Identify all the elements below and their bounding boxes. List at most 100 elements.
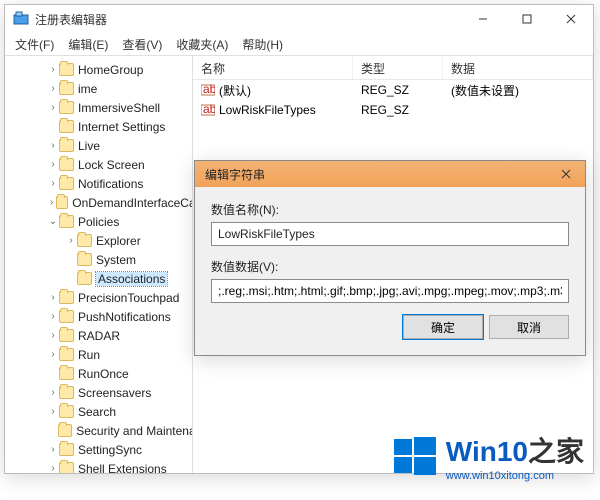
col-type[interactable]: 类型 bbox=[353, 56, 443, 79]
window-title: 注册表编辑器 bbox=[35, 11, 461, 28]
close-button[interactable] bbox=[549, 5, 593, 33]
tree-node-label: Security and Maintenance bbox=[76, 424, 193, 438]
tree-node-label: Associations bbox=[96, 272, 167, 286]
twisty-icon[interactable]: › bbox=[47, 64, 59, 75]
value-row[interactable]: ab(默认)REG_SZ(数值未设置) bbox=[193, 80, 593, 100]
folder-icon bbox=[77, 272, 92, 285]
twisty-icon[interactable]: › bbox=[47, 387, 59, 398]
tree-node[interactable]: ›Notifications bbox=[11, 174, 193, 193]
maximize-button[interactable] bbox=[505, 5, 549, 33]
twisty-icon[interactable]: › bbox=[47, 349, 59, 360]
folder-icon bbox=[59, 215, 74, 228]
tree-node[interactable]: ›ime bbox=[11, 79, 193, 98]
tree-node-label: RADAR bbox=[78, 329, 120, 343]
twisty-icon[interactable]: › bbox=[47, 140, 59, 151]
watermark: Win10之家 www.win10xitong.com bbox=[390, 430, 584, 482]
twisty-icon[interactable]: › bbox=[47, 292, 59, 303]
folder-icon bbox=[59, 158, 74, 171]
folder-icon bbox=[59, 120, 74, 133]
folder-icon bbox=[59, 348, 74, 361]
tree-node-label: Lock Screen bbox=[78, 158, 145, 172]
menu-favorites[interactable]: 收藏夹(A) bbox=[176, 36, 228, 53]
tree-node[interactable]: Associations bbox=[11, 269, 193, 288]
tree-node[interactable]: › PrecisionTouchpad bbox=[11, 288, 193, 307]
menu-edit[interactable]: 编辑(E) bbox=[68, 36, 108, 53]
titlebar[interactable]: 注册表编辑器 bbox=[5, 5, 593, 33]
tree-node[interactable]: Security and Maintenance bbox=[11, 421, 193, 440]
tree-node[interactable]: › Lock Screen bbox=[11, 155, 193, 174]
tree-node[interactable]: ›Explorer bbox=[11, 231, 193, 250]
tree-node[interactable]: System bbox=[11, 250, 193, 269]
twisty-icon[interactable]: › bbox=[47, 159, 59, 170]
tree-node[interactable]: ›OnDemandInterfaceCache bbox=[11, 193, 193, 212]
folder-icon bbox=[77, 234, 92, 247]
tree-node[interactable]: › RADAR bbox=[11, 326, 193, 345]
tree-node[interactable]: › Shell Extensions bbox=[11, 459, 193, 473]
value-data-label: 数值数据(V): bbox=[211, 258, 569, 275]
string-value-icon: ab bbox=[201, 83, 215, 97]
svg-text:ab: ab bbox=[203, 103, 215, 116]
watermark-brand: Win10 bbox=[446, 436, 528, 467]
twisty-icon[interactable]: › bbox=[47, 197, 56, 208]
col-name[interactable]: 名称 bbox=[193, 56, 353, 79]
twisty-icon[interactable]: › bbox=[47, 311, 59, 322]
twisty-icon[interactable]: › bbox=[47, 444, 59, 455]
twisty-icon[interactable]: › bbox=[47, 102, 59, 113]
twisty-icon[interactable]: ⌄ bbox=[47, 216, 59, 227]
tree-node[interactable]: › SettingSync bbox=[11, 440, 193, 459]
tree-pane[interactable]: ›HomeGroup›ime›ImmersiveShellInternet Se… bbox=[5, 56, 193, 473]
twisty-icon[interactable]: › bbox=[47, 83, 59, 94]
tree-node[interactable]: ›Live bbox=[11, 136, 193, 155]
value-name-label: 数值名称(N): bbox=[211, 201, 569, 218]
windows-logo-icon bbox=[390, 431, 440, 481]
app-icon bbox=[13, 11, 29, 27]
tree-node[interactable]: ›Run bbox=[11, 345, 193, 364]
tree-node[interactable]: ›HomeGroup bbox=[11, 60, 193, 79]
folder-icon bbox=[59, 405, 74, 418]
value-type: REG_SZ bbox=[353, 103, 443, 117]
ok-button[interactable]: 确定 bbox=[403, 315, 483, 339]
tree-node[interactable]: ›PushNotifications bbox=[11, 307, 193, 326]
value-row[interactable]: ab LowRiskFileTypes REG_SZ bbox=[193, 100, 593, 120]
folder-icon bbox=[59, 177, 74, 190]
dialog-close-button[interactable] bbox=[547, 161, 585, 187]
folder-icon bbox=[59, 310, 74, 323]
value-name: (默认) bbox=[219, 82, 251, 99]
folder-icon bbox=[59, 63, 74, 76]
tree-node[interactable]: ›Screensavers bbox=[11, 383, 193, 402]
string-value-icon: ab bbox=[201, 103, 215, 117]
tree-node[interactable]: Internet Settings bbox=[11, 117, 193, 136]
tree-node-label: PrecisionTouchpad bbox=[78, 291, 179, 305]
value-data: (数值未设置) bbox=[443, 82, 593, 99]
twisty-icon[interactable]: › bbox=[47, 463, 59, 473]
tree-node[interactable]: RunOnce bbox=[11, 364, 193, 383]
tree-node-label: Policies bbox=[78, 215, 119, 229]
twisty-icon[interactable]: › bbox=[65, 235, 77, 246]
menu-view[interactable]: 查看(V) bbox=[122, 36, 162, 53]
tree-node-label: Shell Extensions bbox=[78, 462, 167, 474]
tree-node[interactable]: ›Search bbox=[11, 402, 193, 421]
menu-file[interactable]: 文件(F) bbox=[15, 36, 54, 53]
twisty-icon[interactable]: › bbox=[47, 406, 59, 417]
minimize-button[interactable] bbox=[461, 5, 505, 33]
watermark-suffix: 之家 bbox=[528, 436, 584, 467]
folder-icon bbox=[59, 101, 74, 114]
edit-string-dialog: 编辑字符串 数值名称(N): 数值数据(V): 确定 取消 bbox=[194, 160, 586, 356]
menu-help[interactable]: 帮助(H) bbox=[242, 36, 283, 53]
value-name: LowRiskFileTypes bbox=[219, 103, 316, 117]
dialog-title: 编辑字符串 bbox=[205, 166, 547, 183]
tree-node-label: SettingSync bbox=[78, 443, 142, 457]
folder-icon bbox=[56, 196, 68, 209]
twisty-icon[interactable]: › bbox=[47, 330, 59, 341]
folder-icon bbox=[59, 386, 74, 399]
value-data-input[interactable] bbox=[211, 279, 569, 303]
tree-node[interactable]: › ImmersiveShell bbox=[11, 98, 193, 117]
tree-node[interactable]: ⌄ Policies bbox=[11, 212, 193, 231]
col-data[interactable]: 数据 bbox=[443, 56, 593, 79]
twisty-icon[interactable]: › bbox=[47, 178, 59, 189]
cancel-button[interactable]: 取消 bbox=[489, 315, 569, 339]
tree-node-label: ImmersiveShell bbox=[78, 101, 160, 115]
folder-icon bbox=[58, 424, 72, 437]
window-controls bbox=[461, 5, 593, 33]
dialog-titlebar[interactable]: 编辑字符串 bbox=[195, 161, 585, 187]
